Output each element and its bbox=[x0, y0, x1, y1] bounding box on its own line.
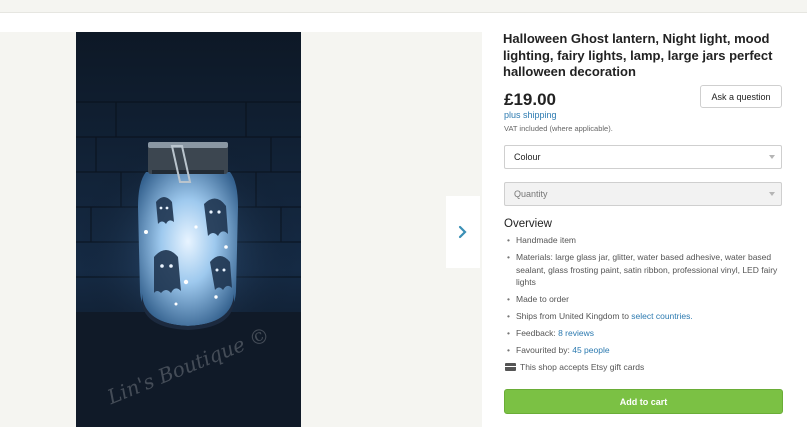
list-item: • Materials: large glass jar, glitter, w… bbox=[504, 251, 784, 289]
ghost-lantern-image: Lin's Boutique © bbox=[76, 32, 301, 427]
chevron-right-icon bbox=[458, 225, 467, 239]
detail-ships-from: Ships from United Kingdom to bbox=[516, 311, 632, 321]
reviews-link[interactable]: 8 reviews bbox=[558, 328, 594, 338]
next-image-button[interactable] bbox=[446, 196, 480, 268]
gift-card-text: This shop accepts Etsy gift cards bbox=[520, 362, 645, 372]
favourited-people-link[interactable]: 45 people bbox=[572, 345, 609, 355]
ask-question-button[interactable]: Ask a question bbox=[700, 85, 782, 108]
detail-feedback: Feedback: bbox=[516, 328, 559, 338]
quantity-select[interactable]: Quantity bbox=[504, 182, 782, 206]
listing-price: £19.00 bbox=[504, 90, 556, 109]
top-bar bbox=[0, 0, 807, 13]
colour-select-label: Colour bbox=[514, 152, 541, 162]
add-to-cart-button[interactable]: Add to cart bbox=[504, 389, 783, 414]
select-countries-link[interactable]: select countries. bbox=[631, 311, 692, 321]
list-item: • Favourited by: 45 people bbox=[504, 344, 784, 357]
list-item: • Handmade item bbox=[504, 234, 784, 247]
gift-card-note: This shop accepts Etsy gift cards bbox=[505, 362, 644, 372]
list-item: • Feedback: 8 reviews bbox=[504, 327, 784, 340]
vat-note: VAT included (where applicable). bbox=[504, 124, 613, 133]
detail-made-to-order: Made to order bbox=[516, 294, 569, 304]
detail-favourited: Favourited by: bbox=[516, 345, 573, 355]
overview-list: • Handmade item • Materials: large glass… bbox=[504, 234, 784, 361]
chevron-down-icon bbox=[769, 192, 775, 196]
colour-select[interactable]: Colour bbox=[504, 145, 782, 169]
detail-handmade: Handmade item bbox=[516, 235, 577, 245]
shipping-link[interactable]: plus shipping bbox=[504, 110, 557, 120]
chevron-down-icon bbox=[769, 155, 775, 159]
detail-materials: Materials: large glass jar, glitter, wat… bbox=[516, 252, 778, 287]
quantity-select-label: Quantity bbox=[514, 189, 548, 199]
listing-title: Halloween Ghost lantern, Night light, mo… bbox=[503, 31, 773, 79]
bullet-icon: • bbox=[507, 345, 510, 355]
bullet-icon: • bbox=[507, 311, 510, 321]
bullet-icon: • bbox=[507, 235, 510, 245]
list-item: • Made to order bbox=[504, 293, 784, 306]
bullet-icon: • bbox=[507, 252, 510, 262]
overview-heading: Overview bbox=[504, 218, 552, 230]
listing-photo[interactable]: Lin's Boutique © bbox=[76, 32, 301, 427]
gift-card-icon bbox=[505, 363, 516, 371]
bullet-icon: • bbox=[507, 294, 510, 304]
bullet-icon: • bbox=[507, 328, 510, 338]
list-item: • Ships from United Kingdom to select co… bbox=[504, 310, 784, 323]
